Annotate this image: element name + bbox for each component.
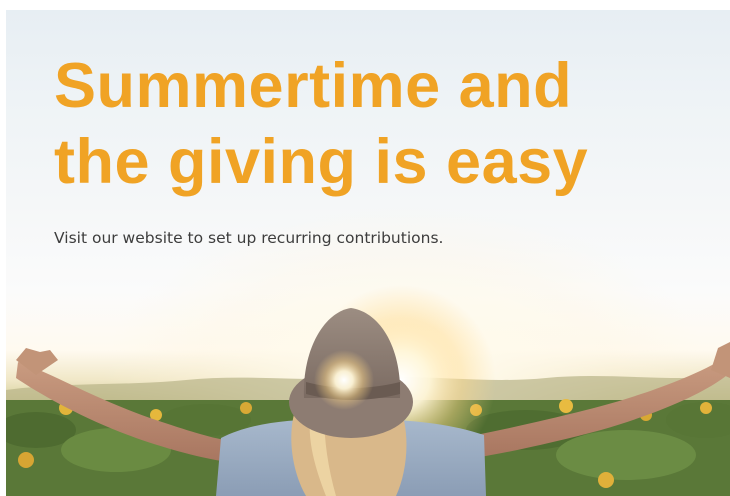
lens-highlight (314, 350, 374, 410)
subtext: Visit our website to set up recurring co… (54, 229, 444, 247)
summer-giving-banner: Summertime and the giving is easy Visit … (6, 10, 730, 496)
headline-line-2: the giving is easy (54, 127, 589, 197)
headline: Summertime and the giving is easy (54, 48, 588, 200)
page-frame: Summertime and the giving is easy Visit … (0, 0, 730, 496)
headline-line-1: Summertime and (54, 51, 573, 121)
